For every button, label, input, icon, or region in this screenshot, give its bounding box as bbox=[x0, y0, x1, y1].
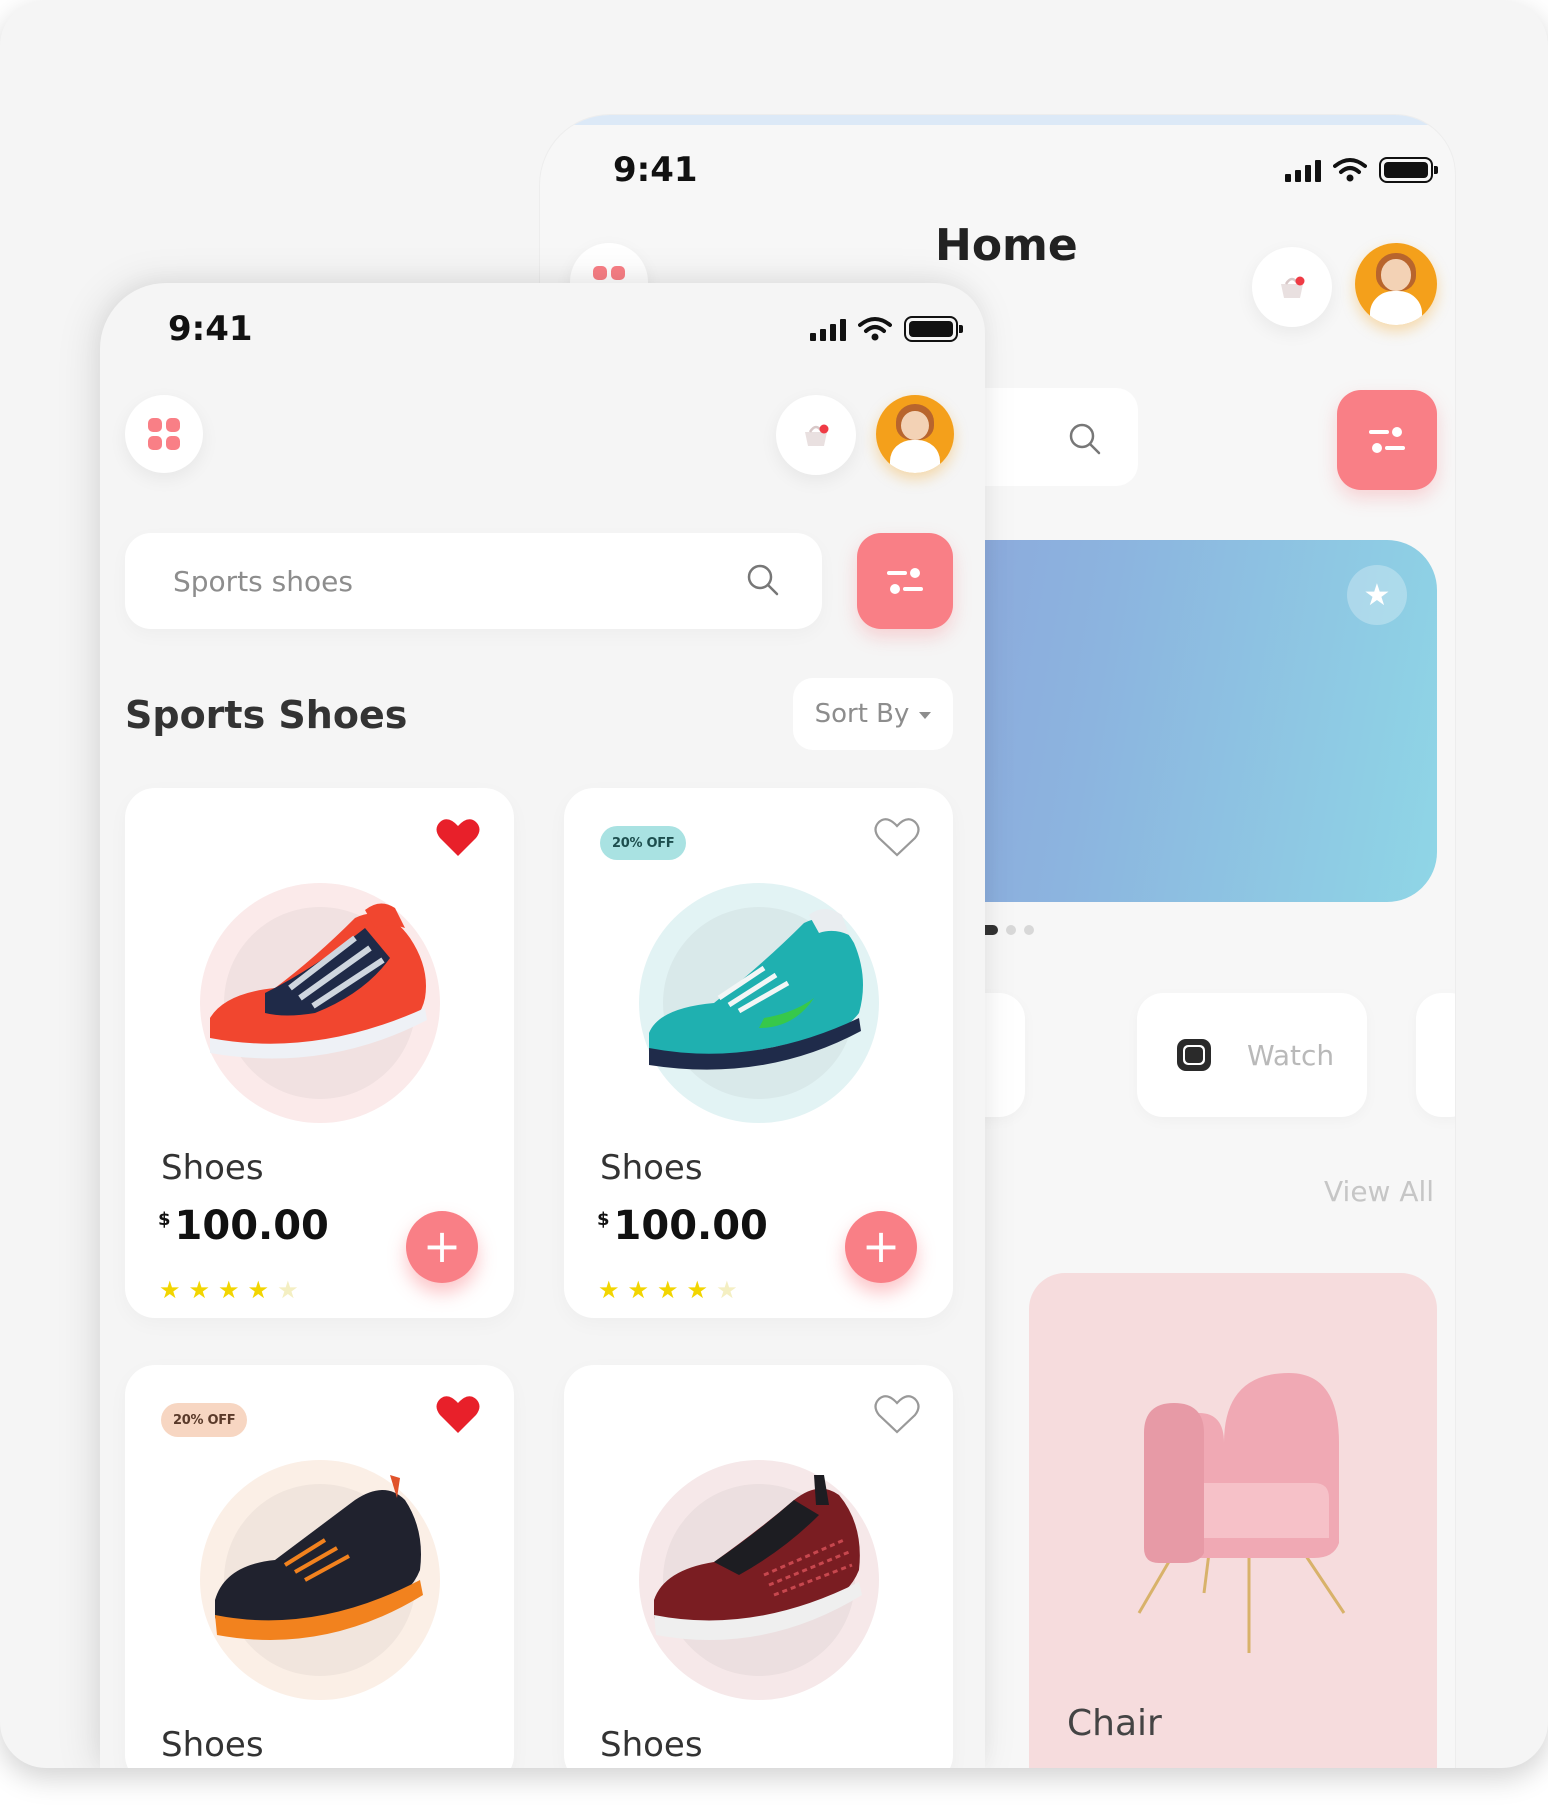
wifi-icon bbox=[1333, 158, 1367, 182]
discount-badge: 20% OFF bbox=[600, 826, 687, 860]
rating-stars: ★ ★ ★ ★ ★ bbox=[598, 1276, 738, 1304]
menu-button[interactable] bbox=[125, 395, 203, 473]
battery-icon bbox=[904, 316, 963, 342]
carousel-dot[interactable] bbox=[1006, 925, 1016, 935]
top-tint bbox=[540, 115, 1455, 125]
screens-showcase: 9:41 Home ★ Watch View All Chair 9:41 Sp… bbox=[0, 0, 1548, 1768]
status-time: 9:41 bbox=[613, 150, 698, 190]
filter-icon bbox=[887, 568, 923, 594]
menu-grid-icon bbox=[148, 418, 180, 450]
page-title: Home bbox=[935, 220, 1078, 271]
category-next[interactable] bbox=[1416, 993, 1455, 1117]
star-icon: ★ bbox=[247, 1276, 270, 1304]
chair-image bbox=[1137, 1373, 1346, 1653]
rating-stars: ★ ★ ★ ★ ★ bbox=[159, 1276, 299, 1304]
category-label: Watch bbox=[1247, 1038, 1335, 1072]
status-bar: 9:41 bbox=[613, 150, 1438, 190]
product-name: Shoes bbox=[600, 1148, 703, 1188]
chevron-down-icon bbox=[919, 711, 932, 719]
star-icon: ★ bbox=[188, 1276, 211, 1304]
heart-icon[interactable] bbox=[435, 1393, 481, 1435]
signal-icon bbox=[1285, 158, 1321, 182]
cart-button[interactable] bbox=[776, 395, 856, 475]
product-price: $100.00 bbox=[597, 1203, 768, 1249]
search-input[interactable] bbox=[173, 564, 693, 598]
watch-icon bbox=[1177, 1039, 1211, 1071]
shoe-image bbox=[649, 909, 863, 1070]
sort-dropdown[interactable]: Sort By bbox=[793, 678, 953, 750]
star-icon: ★ bbox=[686, 1276, 709, 1304]
filter-icon bbox=[1369, 427, 1405, 453]
product-card[interactable]: 20% OFF Shoes bbox=[125, 1365, 514, 1768]
heart-icon[interactable] bbox=[874, 816, 920, 858]
product-name: Chair bbox=[1067, 1703, 1162, 1744]
search-field[interactable] bbox=[125, 533, 822, 629]
battery-icon bbox=[1379, 157, 1438, 183]
favorite-star-button[interactable]: ★ bbox=[1347, 565, 1407, 625]
shoe-image bbox=[215, 1475, 423, 1640]
product-card-chair[interactable]: Chair bbox=[1029, 1273, 1437, 1768]
product-name: Shoes bbox=[161, 1148, 264, 1188]
star-icon: ★ bbox=[159, 1276, 181, 1304]
product-price: $100.00 bbox=[158, 1203, 329, 1249]
carousel-dot[interactable] bbox=[1024, 925, 1034, 935]
star-icon: ★ bbox=[277, 1276, 299, 1304]
status-icons bbox=[810, 316, 963, 342]
cart-icon bbox=[805, 424, 829, 446]
status-icons bbox=[1285, 157, 1438, 183]
signal-icon bbox=[810, 317, 846, 341]
cart-icon bbox=[1281, 276, 1305, 298]
filter-button[interactable] bbox=[857, 533, 953, 629]
filter-button[interactable] bbox=[1337, 390, 1437, 490]
star-icon: ★ bbox=[716, 1276, 738, 1304]
product-card[interactable]: Shoes bbox=[564, 1365, 953, 1768]
product-name: Shoes bbox=[600, 1725, 703, 1765]
discount-badge: 20% OFF bbox=[161, 1403, 248, 1437]
star-icon: ★ bbox=[218, 1276, 240, 1304]
sports-shoes-screen: 9:41 Sports Shoes Sort By bbox=[100, 283, 985, 1768]
avatar[interactable] bbox=[1355, 243, 1437, 325]
product-card[interactable]: 20% OFF Shoes $100.00 ★ ★ ★ ★ ★ + bbox=[564, 788, 953, 1318]
star-icon: ★ bbox=[1363, 577, 1391, 613]
search-icon bbox=[1069, 423, 1101, 455]
heart-icon[interactable] bbox=[874, 1393, 920, 1435]
star-icon: ★ bbox=[627, 1276, 650, 1304]
search-icon[interactable] bbox=[746, 563, 780, 597]
avatar[interactable] bbox=[876, 395, 954, 473]
star-icon: ★ bbox=[657, 1276, 679, 1304]
view-all-link[interactable]: View All bbox=[1324, 1175, 1434, 1208]
add-to-cart-button[interactable]: + bbox=[845, 1211, 917, 1283]
shoe-image bbox=[210, 903, 427, 1059]
category-watch[interactable]: Watch bbox=[1137, 993, 1367, 1117]
carousel-dots[interactable] bbox=[980, 925, 1034, 935]
heart-icon[interactable] bbox=[435, 816, 481, 858]
section-title: Sports Shoes bbox=[125, 693, 408, 737]
status-bar: 9:41 bbox=[168, 309, 963, 349]
star-icon: ★ bbox=[598, 1276, 620, 1304]
shoe-image bbox=[654, 1475, 862, 1640]
cart-button[interactable] bbox=[1252, 247, 1332, 327]
add-to-cart-button[interactable]: + bbox=[406, 1211, 478, 1283]
product-card[interactable]: Shoes $100.00 ★ ★ ★ ★ ★ + bbox=[125, 788, 514, 1318]
wifi-icon bbox=[858, 317, 892, 341]
sort-label: Sort By bbox=[814, 699, 910, 729]
status-time: 9:41 bbox=[168, 309, 253, 349]
product-name: Shoes bbox=[161, 1725, 264, 1765]
